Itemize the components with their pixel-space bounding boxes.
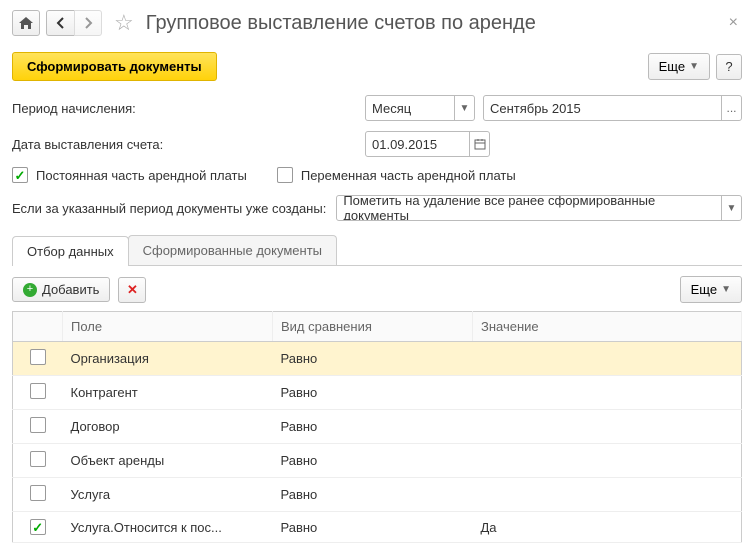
row-checkbox[interactable] [30,417,46,433]
table-row[interactable]: ОрганизацияРавно [13,342,742,376]
row-checkbox[interactable] [30,451,46,467]
period-value-input[interactable]: Сентябрь 2015 ... [483,95,742,121]
period-label: Период начисления: [12,101,357,116]
row-checkbox[interactable] [30,383,46,399]
nav-forward-button [74,10,102,36]
col-header-check [13,312,63,342]
tab-filter[interactable]: Отбор данных [12,236,129,266]
cell-field[interactable]: Контрагент [63,376,273,410]
table-more-button[interactable]: Еще ▼ [680,276,742,303]
table-row[interactable]: КонтрагентРавно [13,376,742,410]
cell-field[interactable]: Объект аренды [63,444,273,478]
col-header-field[interactable]: Поле [63,312,273,342]
existing-docs-select[interactable]: Пометить на удаление все ранее сформиров… [336,195,742,221]
col-header-value[interactable]: Значение [473,312,742,342]
cell-value[interactable] [473,342,742,376]
cell-field[interactable]: Договор [63,410,273,444]
cell-value[interactable] [473,444,742,478]
help-button[interactable]: ? [716,54,742,80]
table-row[interactable]: ДоговорРавно [13,410,742,444]
cell-comparison[interactable]: Равно [273,410,473,444]
period-type-value: Месяц [366,101,454,116]
close-button[interactable]: × [725,14,742,32]
delete-row-button[interactable]: ✕ [118,277,146,303]
period-type-select[interactable]: Месяц ▼ [365,95,475,121]
cell-value[interactable]: Да [473,512,742,543]
cell-comparison[interactable]: Равно [273,342,473,376]
invoice-date-input[interactable]: 01.09.2015 [365,131,490,157]
chevron-down-icon[interactable]: ▼ [721,196,741,220]
row-checkbox[interactable] [30,349,46,365]
add-row-label: Добавить [42,282,99,297]
add-row-button[interactable]: + Добавить [12,277,110,302]
favorite-star-icon[interactable]: ☆ [114,10,134,36]
chevron-down-icon[interactable]: ▼ [454,96,474,120]
table-more-label: Еще [691,282,717,297]
cell-comparison[interactable]: Равно [273,512,473,543]
variable-rent-label: Переменная часть арендной платы [301,168,516,183]
table-row[interactable]: Услуга.Относится к пос...РавноДа [13,512,742,543]
cell-value[interactable] [473,478,742,512]
variable-rent-checkbox[interactable] [277,167,293,183]
ellipsis-icon[interactable]: ... [721,96,741,120]
col-header-comparison[interactable]: Вид сравнения [273,312,473,342]
cell-value[interactable] [473,410,742,444]
table-row[interactable]: Объект арендыРавно [13,444,742,478]
plus-icon: + [23,283,37,297]
calendar-icon[interactable] [469,132,489,156]
row-checkbox[interactable] [30,519,46,535]
home-button[interactable] [12,10,40,36]
cell-value[interactable] [473,376,742,410]
cell-field[interactable]: Услуга [63,478,273,512]
filter-table: Поле Вид сравнения Значение ОрганизацияР… [12,311,742,543]
row-checkbox[interactable] [30,485,46,501]
cell-field[interactable]: Организация [63,342,273,376]
cell-comparison[interactable]: Равно [273,478,473,512]
page-title: Групповое выставление счетов по аренде [146,12,536,35]
invoice-date-value: 01.09.2015 [366,137,469,152]
chevron-down-icon: ▼ [721,284,731,295]
more-button[interactable]: Еще ▼ [648,53,710,80]
existing-docs-value: Пометить на удаление все ранее сформиров… [337,195,721,221]
invoice-date-label: Дата выставления счета: [12,137,357,152]
table-row[interactable]: УслугаРавно [13,478,742,512]
more-button-label: Еще [659,59,685,74]
nav-back-button[interactable] [46,10,74,36]
existing-docs-label: Если за указанный период документы уже с… [12,201,326,216]
generate-documents-button[interactable]: Сформировать документы [12,52,217,81]
cell-field[interactable]: Услуга.Относится к пос... [63,512,273,543]
chevron-down-icon: ▼ [689,61,699,72]
tab-documents[interactable]: Сформированные документы [128,235,337,265]
period-value-text: Сентябрь 2015 [484,101,721,116]
fixed-rent-label: Постоянная часть арендной платы [36,168,247,183]
fixed-rent-checkbox[interactable] [12,167,28,183]
cell-comparison[interactable]: Равно [273,444,473,478]
cell-comparison[interactable]: Равно [273,376,473,410]
